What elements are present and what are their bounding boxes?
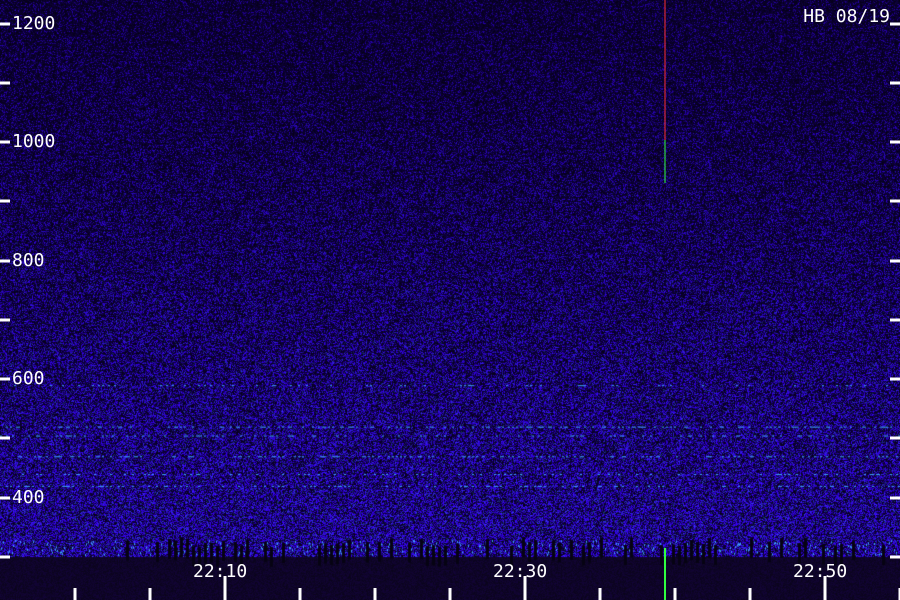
spectrogram: 1200 1000 800 600 400 22:10 22:30 22:50 HB 08/… xyxy=(0,0,900,600)
y-tick-label: 600 xyxy=(12,368,45,390)
y-tick-label: 1200 xyxy=(12,12,56,34)
x-tick-label: 22:50 xyxy=(793,561,848,582)
station-label: HB 08/19 xyxy=(803,6,890,27)
axis-overlay xyxy=(0,0,900,600)
x-tick-label: 22:30 xyxy=(493,561,548,582)
y-tick-label: 1000 xyxy=(12,131,56,153)
x-tick-label: 22:10 xyxy=(193,561,248,582)
y-tick-label: 800 xyxy=(12,249,45,271)
y-tick-label: 400 xyxy=(12,486,45,508)
